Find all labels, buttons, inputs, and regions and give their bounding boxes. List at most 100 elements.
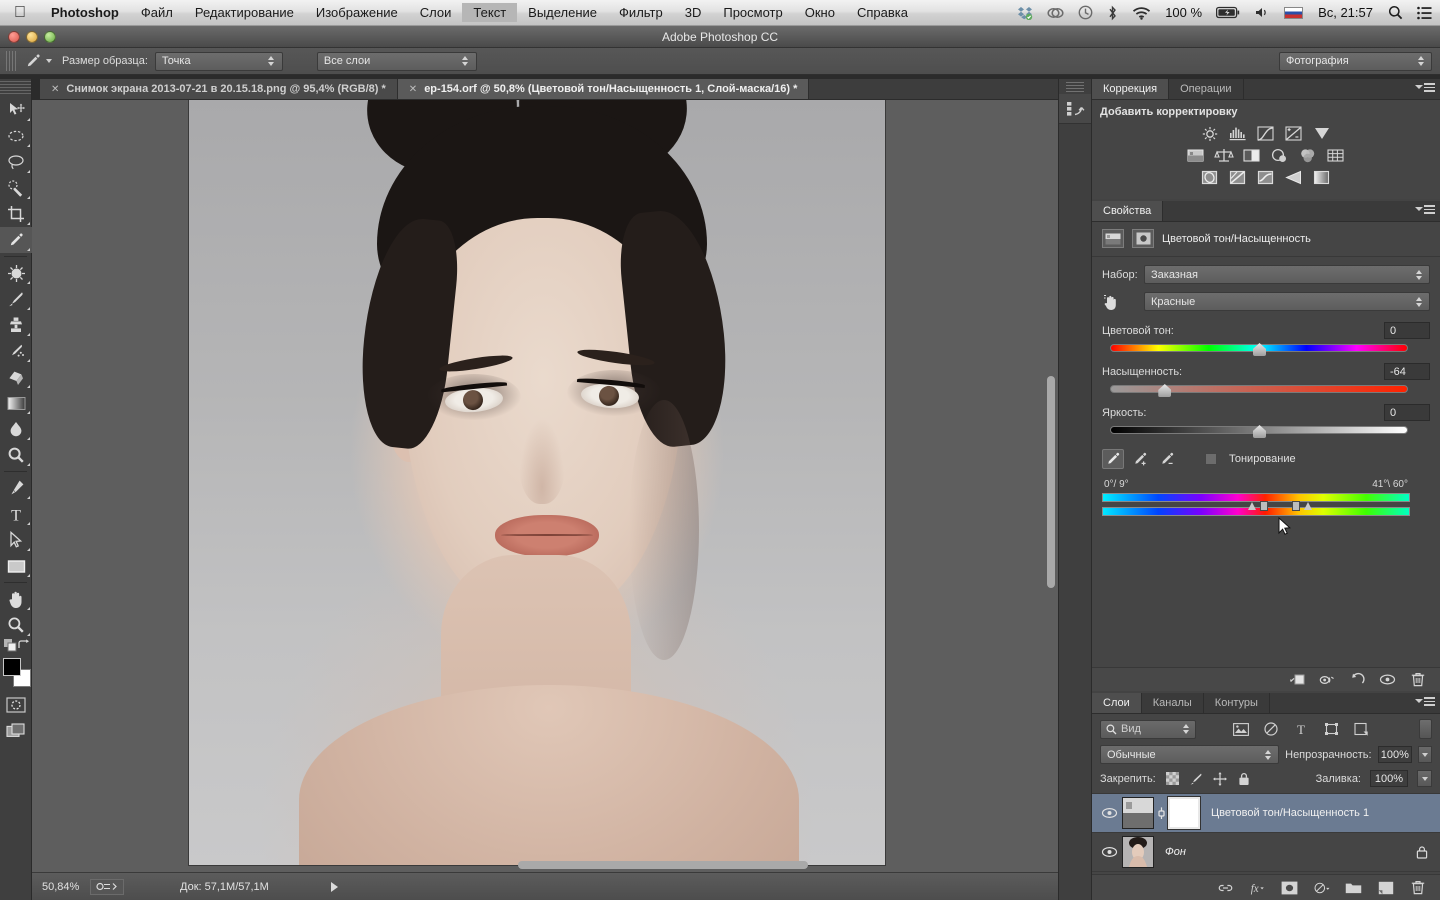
crop-tool[interactable]	[0, 201, 32, 227]
history-panel-icon[interactable]	[1059, 94, 1091, 124]
hue-slider[interactable]	[1110, 343, 1408, 356]
range-handle-outer-left[interactable]	[1248, 502, 1256, 510]
eraser-tool[interactable]	[0, 364, 32, 390]
menu-image[interactable]: Изображение	[305, 3, 409, 22]
lightness-value[interactable]: 0	[1384, 404, 1430, 421]
zoom-level[interactable]: 50,84%	[32, 881, 90, 893]
spot-healing-tool[interactable]	[0, 260, 32, 286]
status-proof-box[interactable]	[90, 878, 124, 895]
tool-flyout-triangle[interactable]	[27, 633, 30, 636]
menu-edit[interactable]: Редактирование	[184, 3, 305, 22]
range-handle-inner-left[interactable]	[1260, 501, 1268, 511]
posterize-icon[interactable]	[1227, 168, 1249, 188]
add-mask-icon[interactable]	[1281, 879, 1298, 896]
panel-menu-icon[interactable]	[1415, 697, 1435, 706]
lightness-slider-knob[interactable]	[1253, 425, 1266, 438]
range-handle-inner-right[interactable]	[1292, 501, 1300, 511]
adjustment-filter-icon[interactable]	[1260, 720, 1282, 739]
apple-icon[interactable]: 	[14, 4, 26, 21]
tab-corrections[interactable]: Коррекция	[1092, 79, 1170, 99]
dodge-tool[interactable]	[0, 442, 32, 468]
delete-icon[interactable]	[1409, 671, 1426, 688]
tool-flyout-triangle[interactable]	[27, 307, 30, 310]
saturation-slider[interactable]	[1110, 384, 1408, 397]
table-row[interactable]: Фон	[1092, 833, 1440, 872]
tab-actions[interactable]: Операции	[1169, 79, 1244, 99]
opacity-value[interactable]: 100%	[1377, 746, 1413, 763]
delete-layer-icon[interactable]	[1409, 879, 1426, 896]
wifi-icon[interactable]	[1125, 0, 1158, 26]
tab-paths[interactable]: Контуры	[1203, 693, 1270, 713]
tool-flyout-triangle[interactable]	[27, 118, 30, 121]
layer-thumbnail[interactable]	[1122, 797, 1154, 829]
close-icon[interactable]: ✕	[409, 84, 417, 95]
color-balance-icon[interactable]	[1213, 146, 1235, 166]
move-tool[interactable]	[0, 97, 32, 123]
exposure-icon[interactable]	[1283, 124, 1305, 144]
link-icon[interactable]	[1040, 0, 1071, 26]
new-layer-icon[interactable]	[1377, 879, 1394, 896]
targeted-adjustment-icon[interactable]	[1102, 293, 1144, 311]
zoom-button[interactable]	[44, 31, 56, 43]
menu-select[interactable]: Выделение	[517, 3, 608, 22]
mask-link-icon[interactable]	[1154, 806, 1168, 820]
menu-view[interactable]: Просмотр	[712, 3, 793, 22]
menu-text[interactable]: Текст	[462, 3, 518, 22]
vibrance-icon[interactable]	[1311, 124, 1333, 144]
lock-position-icon[interactable]	[1213, 771, 1228, 786]
menu-app-name[interactable]: Photoshop	[40, 3, 130, 22]
menu-layers[interactable]: Слои	[409, 3, 463, 22]
history-brush-tool[interactable]	[0, 338, 32, 364]
color-lookup-icon[interactable]	[1325, 146, 1347, 166]
new-group-icon[interactable]	[1345, 879, 1362, 896]
quick-mask-icon[interactable]	[0, 692, 32, 718]
tool-flyout-triangle[interactable]	[27, 574, 30, 577]
tool-flyout-triangle[interactable]	[27, 196, 30, 199]
curves-icon[interactable]	[1255, 124, 1277, 144]
document-tab-2[interactable]: ✕ ep-154.orf @ 50,8% (Цветовой тон/Насыщ…	[397, 79, 810, 99]
filter-toggle-switch[interactable]	[1419, 719, 1432, 739]
lock-transparent-icon[interactable]	[1165, 771, 1180, 786]
rail-grip[interactable]	[1066, 82, 1084, 92]
eyedropper-icon[interactable]	[20, 50, 46, 72]
rectangle-tool[interactable]	[0, 553, 32, 579]
hue-range-bar-bottom[interactable]	[1102, 507, 1410, 516]
panel-menu-icon[interactable]	[1415, 83, 1435, 92]
tab-channels[interactable]: Каналы	[1141, 693, 1204, 713]
tool-flyout-triangle[interactable]	[27, 463, 30, 466]
saturation-value[interactable]: -64	[1384, 363, 1430, 380]
layer-locked-icon[interactable]	[1416, 845, 1428, 859]
quick-selection-tool[interactable]	[0, 175, 32, 201]
mask-icon[interactable]	[1132, 229, 1154, 248]
lock-all-icon[interactable]	[1237, 771, 1252, 786]
hue-saturation-icon[interactable]	[1185, 146, 1207, 166]
hue-slider-knob[interactable]	[1253, 343, 1266, 356]
eyedropper-subtract-icon[interactable]	[1156, 449, 1178, 469]
menu-help[interactable]: Справка	[846, 3, 919, 22]
channel-select[interactable]: Красные	[1144, 292, 1430, 311]
reset-icon[interactable]	[1349, 671, 1366, 688]
path-selection-tool[interactable]	[0, 527, 32, 553]
hand-tool[interactable]	[0, 586, 32, 612]
brightness-contrast-icon[interactable]	[1199, 124, 1221, 144]
bluetooth-icon[interactable]	[1100, 0, 1125, 26]
canvas-horizontal-scrollbar[interactable]	[518, 861, 808, 869]
time-machine-icon[interactable]	[1071, 0, 1100, 26]
clip-to-layer-icon[interactable]	[1289, 671, 1306, 688]
tab-layers[interactable]: Слои	[1092, 693, 1142, 713]
gradient-map-icon[interactable]	[1283, 168, 1305, 188]
eyedropper-icon[interactable]	[1102, 449, 1124, 469]
lasso-tool[interactable]	[0, 149, 32, 175]
link-layers-icon[interactable]	[1217, 879, 1234, 896]
shape-filter-icon[interactable]	[1320, 720, 1342, 739]
view-previous-icon[interactable]	[1319, 671, 1336, 688]
workspace-select[interactable]: Фотография	[1279, 51, 1432, 71]
tool-flyout-triangle[interactable]	[27, 170, 30, 173]
sample-layers-select[interactable]: Все слои	[316, 51, 477, 71]
pixel-filter-icon[interactable]	[1230, 720, 1252, 739]
fill-value[interactable]: 100%	[1370, 770, 1408, 787]
menubar-clock[interactable]: Вс, 21:57	[1310, 5, 1381, 20]
levels-icon[interactable]	[1227, 124, 1249, 144]
tool-preset-caret[interactable]	[46, 59, 52, 63]
threshold-icon[interactable]	[1255, 168, 1277, 188]
